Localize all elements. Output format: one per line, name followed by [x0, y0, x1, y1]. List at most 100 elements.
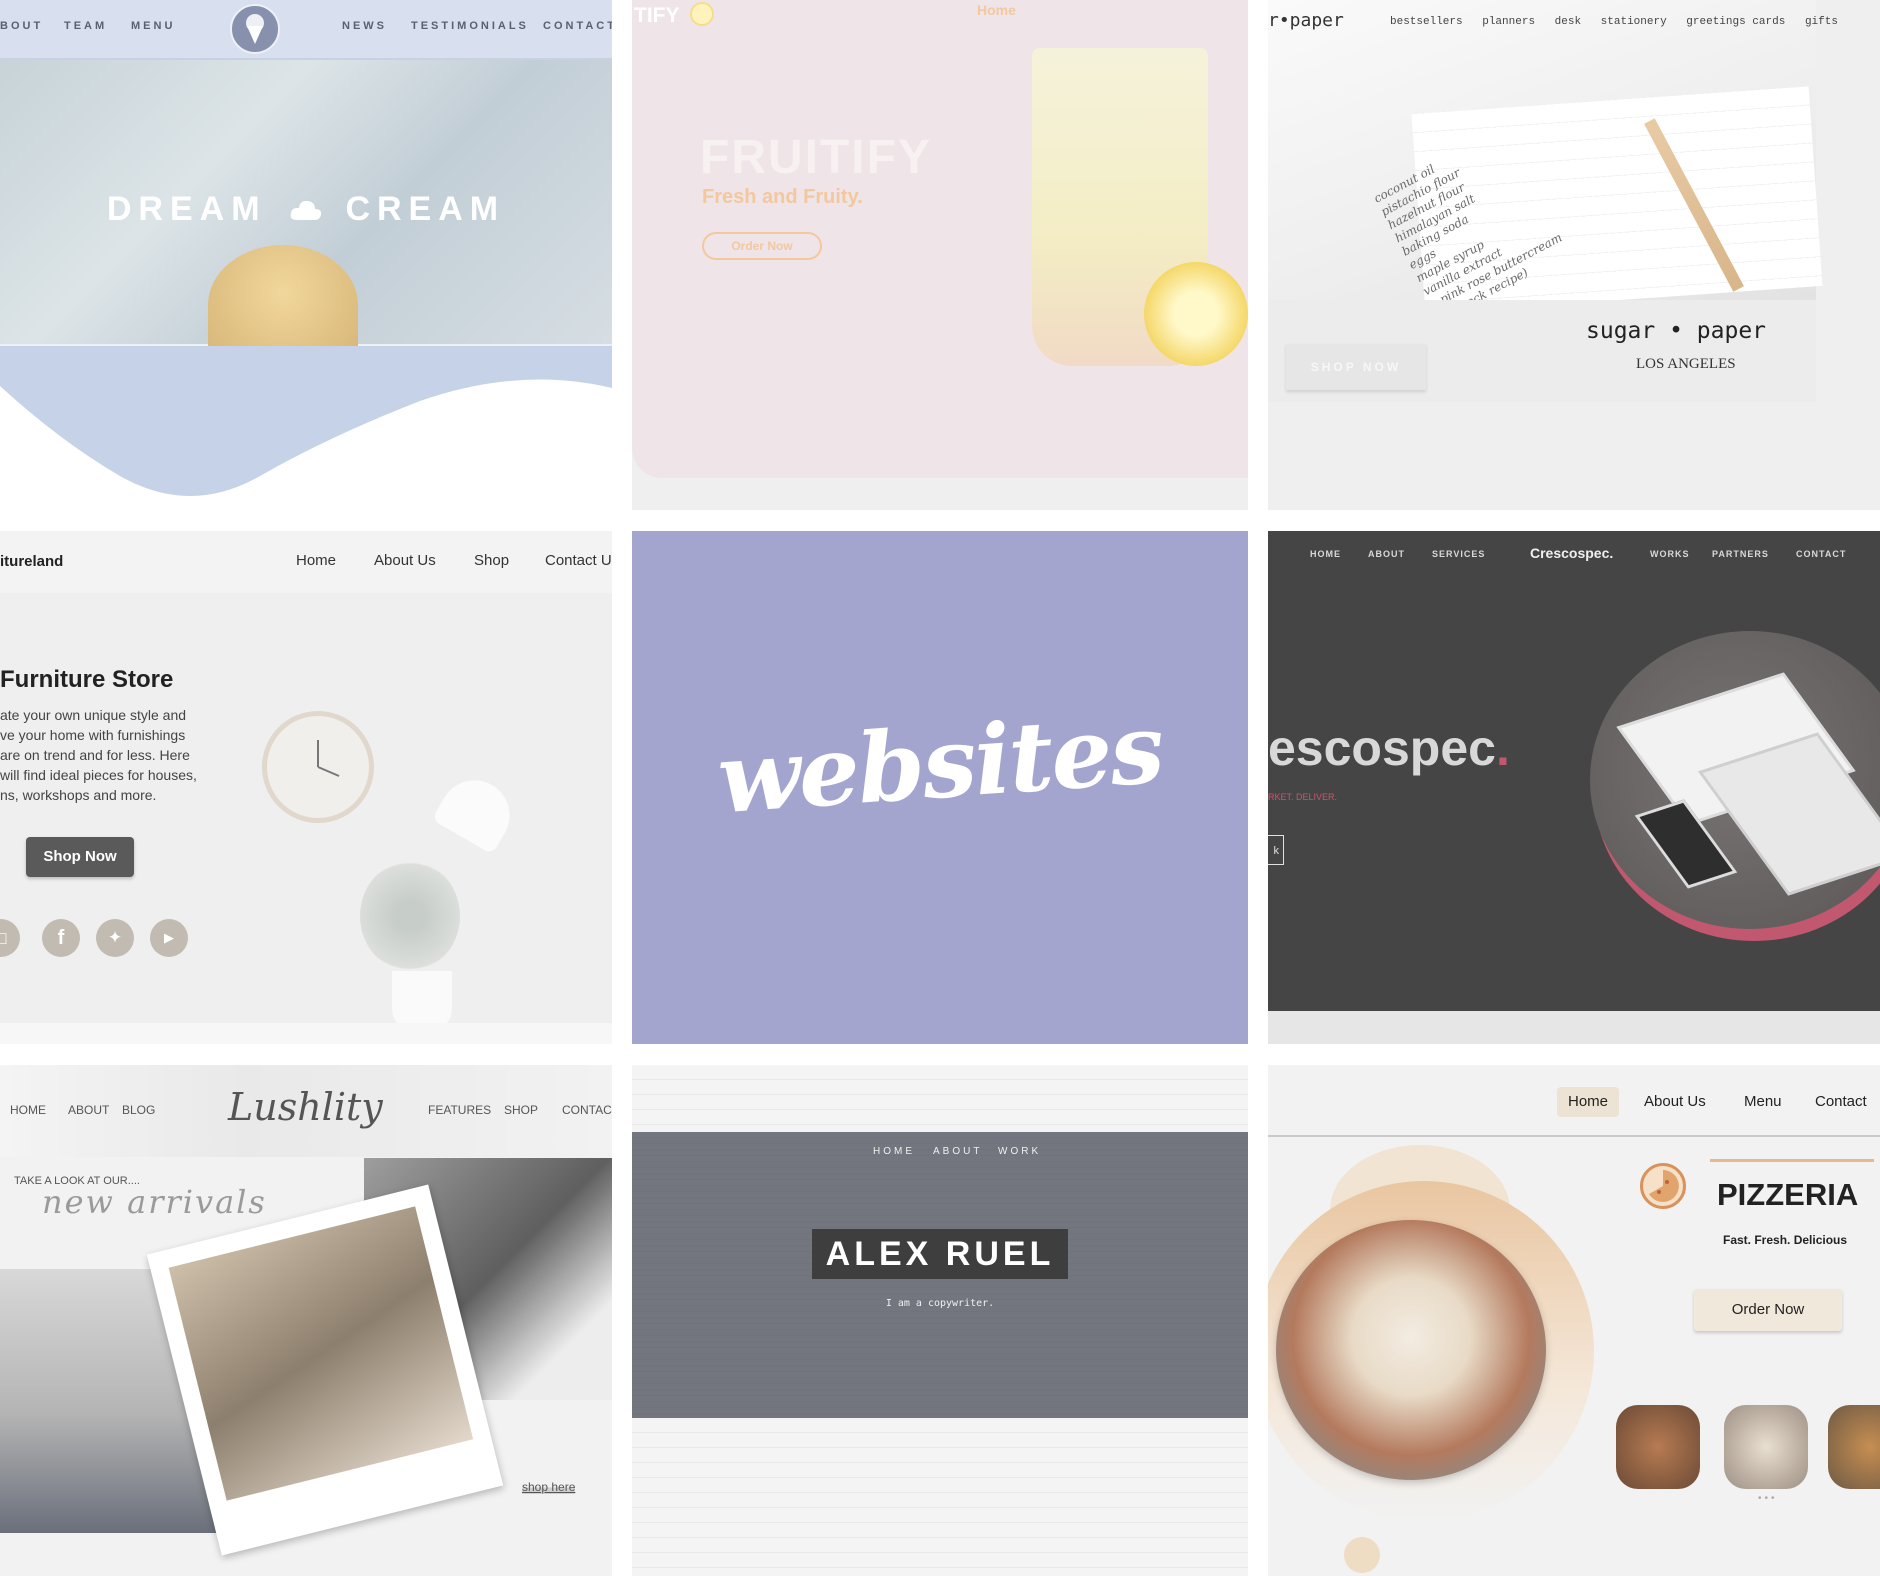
- hero-tagline: RKET. DELIVER.: [1268, 792, 1338, 802]
- sugar-paper-brand-partial[interactable]: r•paper: [1268, 10, 1344, 31]
- name-badge: ALEX RUEL: [812, 1229, 1068, 1279]
- shop-now-button[interactable]: SHOP NOW: [1286, 344, 1426, 390]
- alex-ruel-tile[interactable]: HOME ABOUT WORK ALEX RUEL I am a copywri…: [632, 1065, 1248, 1576]
- body-line: will find ideal pieces for houses,: [0, 767, 197, 783]
- nav-link-gifts[interactable]: gifts: [1805, 16, 1838, 28]
- nav-link-shop[interactable]: Shop: [474, 552, 509, 569]
- nav-link-menu[interactable]: Menu: [1744, 1093, 1782, 1110]
- nav-link-home[interactable]: HOME: [10, 1103, 46, 1117]
- fruitify-tagline: Fresh and Fruity.: [702, 186, 863, 208]
- hero-cta-button[interactable]: k: [1268, 835, 1284, 865]
- subtitle: I am a copywriter.: [885, 1298, 995, 1309]
- nav-link-desk[interactable]: desk: [1555, 16, 1581, 28]
- nav-link-features[interactable]: FEATURES: [428, 1103, 491, 1117]
- lemon-icon: [690, 2, 714, 26]
- sugar-paper-nav: bestsellers planners desk stationery gre…: [1390, 16, 1838, 28]
- nav-link-about-us[interactable]: About Us: [1644, 1093, 1706, 1110]
- sugar-paper-tile[interactable]: coconut oil pistachio flour hazelnut flo…: [1268, 0, 1880, 510]
- sugar-paper-city: LOS ANGELES: [1636, 356, 1736, 372]
- nav-link-home[interactable]: HOME: [873, 1146, 915, 1157]
- plant-pot-image: [392, 971, 452, 1031]
- nav-link-blog[interactable]: BLOG: [122, 1103, 155, 1117]
- nav-link-home[interactable]: HOME: [1310, 549, 1341, 559]
- nav-link-home[interactable]: Home: [977, 2, 1016, 18]
- instagram-icon[interactable]: □: [0, 919, 20, 957]
- nav-link-home[interactable]: Home: [1557, 1087, 1619, 1117]
- nav-link-works[interactable]: WORKS: [1650, 549, 1690, 559]
- crescospec-tile[interactable]: HOME ABOUT SERVICES Crescospec. WORKS PA…: [1268, 531, 1880, 1044]
- body-line: are on trend and for less. Here: [0, 747, 190, 763]
- nav-link-planners[interactable]: planners: [1482, 16, 1535, 28]
- lemon-slices-image: [1144, 262, 1248, 366]
- nav-link-contact[interactable]: Contact: [1815, 1093, 1867, 1110]
- nav-link-greetings-cards[interactable]: greetings cards: [1686, 16, 1785, 28]
- title-cream: CREAM: [345, 190, 506, 228]
- lushlity-tile[interactable]: HOME ABOUT BLOG Lushlity FEATURES SHOP C…: [0, 1065, 612, 1576]
- shop-now-button[interactable]: Shop Now: [26, 837, 134, 877]
- nav-link-services[interactable]: SERVICES: [1432, 549, 1485, 559]
- hero-heading-text: escospec: [1268, 720, 1496, 776]
- shop-now-label: SHOP NOW: [1310, 360, 1402, 374]
- websites-script-title: websites: [714, 691, 1166, 836]
- ice-cream-cone-icon[interactable]: [230, 4, 280, 54]
- carousel-dots[interactable]: •••: [1758, 1493, 1778, 1504]
- menu-thumbnail-2[interactable]: [1724, 1405, 1808, 1489]
- youtube-icon[interactable]: ▶: [150, 919, 188, 957]
- nav-link-contact[interactable]: CONTACT: [543, 20, 612, 32]
- plant-leaves-image: [360, 861, 460, 971]
- twitter-icon[interactable]: ✦: [96, 919, 134, 957]
- lushlity-logo[interactable]: Lushlity: [228, 1085, 383, 1129]
- nav-link-contact[interactable]: CONTACT: [1796, 549, 1846, 559]
- desk-surface: [0, 1023, 612, 1044]
- decor-dot: [1344, 1537, 1380, 1573]
- marble-hero: DREAM CREAM: [0, 60, 612, 365]
- menu-thumbnail-1[interactable]: [1616, 1405, 1700, 1489]
- hero-heading-dot: .: [1495, 720, 1510, 776]
- fruitify-title: FRUITIFY: [700, 131, 932, 184]
- crescospec-logo[interactable]: Crescospec.: [1530, 545, 1613, 561]
- websites-tile: websites: [632, 531, 1248, 1044]
- nav-link-news[interactable]: NEWS: [342, 20, 387, 32]
- pizzeria-title: PIZZERIA: [1717, 1177, 1859, 1212]
- nav-link-stationery[interactable]: stationery: [1601, 16, 1667, 28]
- furniture-heading: Furniture Store: [0, 666, 174, 693]
- nav-link-about[interactable]: ABOUT: [68, 1103, 109, 1117]
- facebook-icon[interactable]: f: [42, 919, 80, 957]
- nav-link-partners[interactable]: PARTNERS: [1712, 549, 1769, 559]
- nav-link-contact[interactable]: CONTACT: [562, 1103, 612, 1117]
- nav-link-bestsellers[interactable]: bestsellers: [1390, 16, 1463, 28]
- furnitureland-tile[interactable]: itureland Home About Us Shop Contact U F…: [0, 531, 612, 1044]
- fruitify-brand[interactable]: TIFY: [634, 4, 680, 28]
- lined-background-bottom: [632, 1418, 1248, 1576]
- nav-link-shop[interactable]: SHOP: [504, 1103, 538, 1117]
- nav-link-contact[interactable]: Contact U: [545, 552, 612, 569]
- dream-cream-tile[interactable]: BOUT TEAM MENU NEWS TESTIMONIALS CONTACT…: [0, 0, 612, 510]
- menu-thumbnail-3[interactable]: [1828, 1405, 1880, 1489]
- nav-link-testimonials[interactable]: TESTIMONIALS: [411, 20, 529, 32]
- nav-link-about[interactable]: ABOUT: [1368, 549, 1405, 559]
- nav-link-about[interactable]: ABOUT: [933, 1146, 982, 1157]
- nav-link-team[interactable]: TEAM: [64, 20, 107, 32]
- nav-link-work[interactable]: WORK: [998, 1146, 1041, 1157]
- lined-background-top: [632, 1065, 1248, 1132]
- pizza-icon: [1640, 1163, 1686, 1209]
- order-now-button[interactable]: Order Now: [702, 232, 822, 260]
- pizzeria-tile[interactable]: Home About Us Menu Contact PIZZERIA Fast…: [1268, 1065, 1880, 1576]
- pizza-photo: [1276, 1220, 1546, 1480]
- fruitify-tile[interactable]: TIFY Home FRUITIFY Fresh and Fruity. Ord…: [632, 0, 1248, 510]
- nav-link-about-us[interactable]: About Us: [374, 552, 436, 569]
- nav-link-menu[interactable]: MENU: [131, 20, 175, 32]
- pizzeria-navbar: Home About Us Menu Contact: [1268, 1065, 1880, 1137]
- order-now-button[interactable]: Order Now: [1694, 1289, 1842, 1331]
- shop-here-link[interactable]: shop here: [522, 1480, 576, 1494]
- sugar-paper-logo: sugar • paper: [1586, 318, 1767, 344]
- nav-link-home-label: Home: [1567, 1093, 1608, 1110]
- crescospec-nav: HOME ABOUT SERVICES Crescospec. WORKS PA…: [1268, 545, 1880, 569]
- nav-link-home[interactable]: Home: [296, 552, 336, 569]
- order-now-label: Order Now: [1731, 1301, 1805, 1318]
- pizzeria-tagline: Fast. Fresh. Delicious: [1723, 1233, 1848, 1247]
- nav-link-about[interactable]: BOUT: [0, 20, 43, 32]
- polaroid-image: [168, 1206, 474, 1501]
- furniture-body: ate your own unique style and ve your ho…: [0, 705, 197, 805]
- furniture-brand[interactable]: itureland: [0, 553, 63, 570]
